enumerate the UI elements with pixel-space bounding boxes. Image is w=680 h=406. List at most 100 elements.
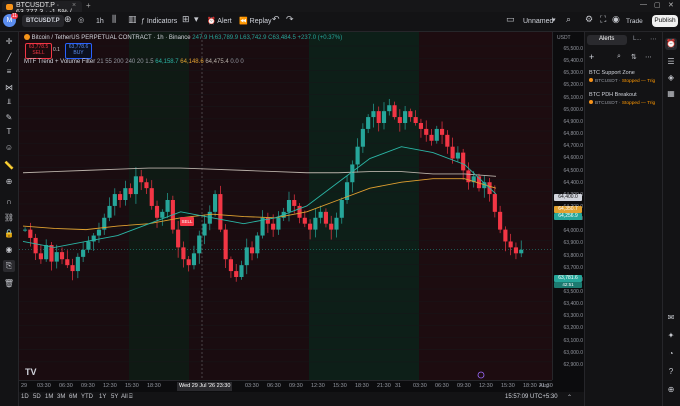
- range-button-ytd[interactable]: YTD: [81, 394, 93, 400]
- alert-status: Stopped — Trig: [621, 79, 656, 84]
- candle-body: [118, 194, 123, 200]
- symbol-search-button[interactable]: BTCUSDT.P: [22, 15, 64, 27]
- watchlist-icon[interactable]: ☰: [665, 56, 677, 68]
- tab-alerts-label: Alerts: [599, 36, 615, 42]
- layers-icon[interactable]: ◈: [665, 72, 677, 84]
- fib-icon[interactable]: ≡: [3, 66, 15, 78]
- bar-style-icon[interactable]: ▥: [128, 14, 137, 25]
- range-button-1y[interactable]: 1Y: [99, 394, 106, 400]
- fullscreen-icon[interactable]: ⛶: [600, 14, 606, 25]
- trash-icon[interactable]: 🗑: [3, 278, 15, 290]
- search-icon[interactable]: ⌕: [617, 53, 621, 61]
- indicators-button[interactable]: ƒ Indicators: [138, 15, 180, 28]
- notifications-icon[interactable]: ◔: [665, 348, 677, 360]
- settings-icon[interactable]: ⚙: [585, 14, 593, 25]
- browser-tab[interactable]: BTCUSDT.P · 63,777.3 · -1.5% / ... ×: [2, 1, 82, 16]
- indicator-legend[interactable]: MTF Trend + Volume Filter 21 55 200 240 …: [24, 59, 244, 65]
- range-button-1m[interactable]: 1M: [45, 394, 53, 400]
- tab-alerts[interactable]: Alerts: [587, 35, 627, 45]
- symbol-legend[interactable]: Bitcoin / TetherUS PERPETUAL CONTRACT · …: [24, 34, 342, 41]
- help-icon[interactable]: ?: [665, 366, 677, 378]
- brush-icon[interactable]: ✎: [3, 112, 15, 124]
- range-button-all[interactable]: All: [121, 394, 128, 400]
- alert-label: Alert: [217, 18, 232, 25]
- range-button-3m[interactable]: 3M: [57, 394, 65, 400]
- layout-dropdown-icon[interactable]: ▾: [552, 16, 556, 24]
- chat-icon[interactable]: ✉: [665, 312, 677, 324]
- notification-badge: 11: [11, 13, 18, 19]
- templates-icon[interactable]: ⊞: [182, 14, 190, 25]
- replay-button[interactable]: ⏪ Replay: [236, 15, 274, 28]
- icons-icon[interactable]: ☺: [3, 142, 15, 154]
- maximize-icon[interactable]: ▢: [654, 1, 661, 9]
- time-tick: 06:30: [59, 383, 73, 389]
- zoom-icon[interactable]: ⊕: [3, 176, 15, 188]
- sell-button[interactable]: 63,778.5 SELL: [25, 43, 52, 59]
- candle-body: [75, 256, 80, 272]
- candle-body: [33, 237, 38, 254]
- text-icon[interactable]: T: [3, 126, 15, 138]
- ideas-icon[interactable]: ✦: [665, 330, 677, 342]
- alarm-clock-icon[interactable]: ⏰: [665, 38, 677, 50]
- alert-button[interactable]: ⏰ Alert: [204, 15, 235, 28]
- range-button-1d[interactable]: 1D: [21, 394, 29, 400]
- candle-body: [519, 249, 524, 254]
- visibility-icon[interactable]: ◉: [3, 244, 15, 256]
- crosshair-icon[interactable]: ✛: [3, 36, 15, 48]
- sync-drawings-icon[interactable]: ⎘: [3, 260, 15, 272]
- projection-icon[interactable]: ⫫: [3, 96, 15, 108]
- chart-pane[interactable]: [19, 32, 552, 380]
- add-panel-icon[interactable]: ⊕: [665, 384, 677, 396]
- snapshot-icon[interactable]: ◉: [612, 14, 620, 25]
- more-icon[interactable]: ⋯: [650, 35, 657, 43]
- time-tick: 29: [21, 383, 28, 389]
- quick-search-icon[interactable]: ⌕: [566, 14, 571, 25]
- templates-dropdown-icon[interactable]: ▾: [194, 14, 199, 25]
- window-close-icon[interactable]: ✕: [668, 1, 674, 9]
- interval-button[interactable]: 1h: [93, 15, 107, 28]
- time-tick: 03:30: [37, 383, 51, 389]
- alert-item[interactable]: BTC Support Zone BTCUSDT · Stopped — Trig: [585, 70, 661, 90]
- alerts-menu-icon[interactable]: ⋯: [645, 53, 652, 61]
- calendar-icon[interactable]: ⌸: [129, 394, 133, 401]
- publish-button[interactable]: Publish: [652, 15, 678, 27]
- candle-body: [176, 229, 181, 248]
- chart-canvas[interactable]: [19, 32, 552, 380]
- price-tick: 63,800.0: [563, 252, 583, 259]
- bearish-zone: [419, 32, 552, 380]
- layout-icon[interactable]: ▭: [506, 14, 515, 25]
- layout-name-button[interactable]: Unnamed: [520, 15, 556, 28]
- new-tab-button[interactable]: +: [86, 1, 91, 10]
- price-tick: 65,200.0: [563, 82, 583, 89]
- chart-type-icon[interactable]: ⫼: [112, 14, 116, 25]
- price-tick: 63,200.0: [563, 325, 583, 332]
- redo-icon[interactable]: ↷: [286, 14, 294, 25]
- add-symbol-icon[interactable]: ⊕: [64, 14, 72, 25]
- buy-button[interactable]: 63,778.6 BUY: [65, 43, 92, 59]
- calendar-icon[interactable]: ▦: [665, 88, 677, 100]
- clock-label[interactable]: 15:57:09 UTC+5:30: [505, 394, 558, 400]
- candle-body: [366, 117, 371, 129]
- compare-icon[interactable]: ◎: [78, 16, 84, 24]
- bitcoin-icon: [589, 78, 593, 82]
- minimize-icon[interactable]: —: [640, 1, 647, 8]
- alert-item[interactable]: BTC PDH Breakout BTCUSDT · Stopped — Trig: [585, 92, 661, 112]
- ruler-icon[interactable]: 📏: [3, 160, 15, 172]
- pattern-icon[interactable]: ⋈: [3, 82, 15, 94]
- tab-log[interactable]: L...: [633, 36, 641, 42]
- range-button-5d[interactable]: 5D: [33, 394, 41, 400]
- magnet-icon[interactable]: ∩: [3, 196, 15, 208]
- price-tick: 65,400.0: [563, 58, 583, 65]
- trade-button[interactable]: Trade: [623, 15, 646, 28]
- range-button-5y[interactable]: 5Y: [111, 394, 118, 400]
- lock-drawings-icon[interactable]: ⛓: [3, 212, 15, 224]
- lock-icon[interactable]: 🔒: [3, 228, 15, 240]
- add-alert-icon[interactable]: +: [589, 52, 594, 62]
- trend-line-icon[interactable]: ╱: [3, 52, 15, 64]
- expand-icon[interactable]: ⌃: [567, 394, 572, 401]
- undo-icon[interactable]: ↶: [272, 14, 280, 25]
- price-axis[interactable]: USDT 65,500.0 65,400.0 65,300.0 65,200.0 65,…: [552, 32, 585, 380]
- close-tab-icon[interactable]: ×: [72, 2, 76, 9]
- sort-icon[interactable]: ⇅: [631, 53, 637, 61]
- range-button-6m[interactable]: 6M: [69, 394, 77, 400]
